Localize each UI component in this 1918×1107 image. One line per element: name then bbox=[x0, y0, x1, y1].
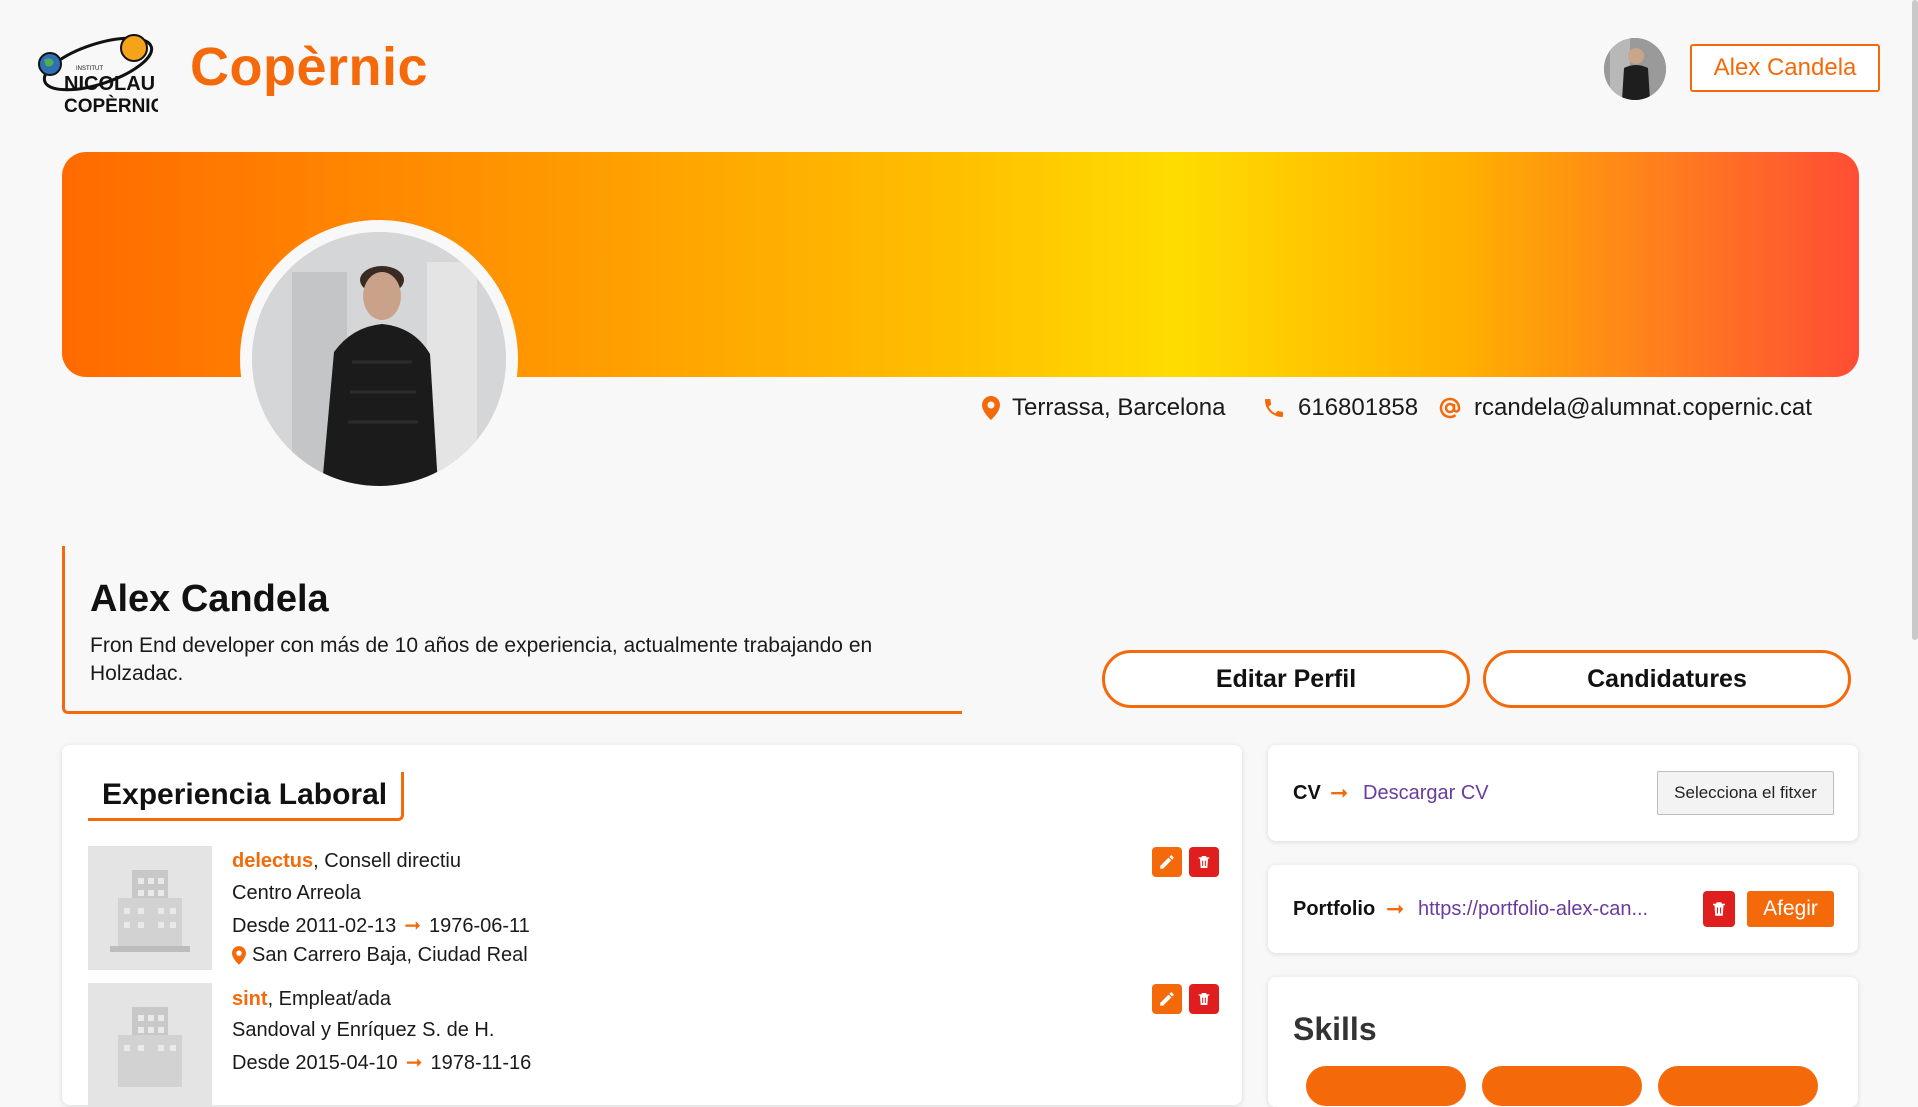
profile-name: Alex Candela bbox=[90, 578, 329, 620]
trash-icon bbox=[1198, 856, 1210, 868]
job-company[interactable]: delectus bbox=[232, 850, 313, 872]
job-role: , Consell directiu bbox=[313, 850, 461, 872]
at-sign-icon bbox=[1439, 397, 1461, 419]
date-from: 2011-02-13 bbox=[295, 915, 397, 937]
edit-experience-button[interactable] bbox=[1152, 847, 1182, 877]
email-text: rcandela@alumnat.copernic.cat bbox=[1474, 394, 1812, 421]
portfolio-link[interactable]: https://portfolio-alex-can... bbox=[1418, 898, 1648, 921]
file-select-button[interactable]: Selecciona el fitxer bbox=[1657, 771, 1834, 815]
contact-email: rcandela@alumnat.copernic.cat bbox=[1438, 394, 1812, 422]
page-scrollbar[interactable] bbox=[1912, 0, 1918, 640]
job-location: San Carrero Baja, Ciudad Real bbox=[232, 944, 528, 967]
contact-location: Terrassa, Barcelona bbox=[982, 394, 1225, 422]
about-card bbox=[62, 546, 962, 714]
skill-badge[interactable] bbox=[1306, 1066, 1466, 1106]
profile-bio: Fron End developer con más de 10 años de… bbox=[90, 634, 873, 685]
company-thumbnail bbox=[88, 983, 212, 1107]
location-pin-icon bbox=[232, 946, 246, 965]
trash-icon bbox=[1198, 993, 1210, 1005]
download-cv-link[interactable]: Descargar CV bbox=[1363, 782, 1489, 805]
delete-portfolio-button[interactable] bbox=[1703, 891, 1735, 927]
skills-title: Skills bbox=[1293, 1011, 1377, 1047]
job-role: , Empleat/ada bbox=[267, 988, 391, 1010]
arrow-right-icon: ➞ bbox=[405, 1052, 423, 1074]
user-menu-button[interactable]: Alex Candela bbox=[1690, 44, 1880, 92]
job-title-line: delectus, Consell directiu bbox=[232, 850, 461, 873]
company-thumbnail bbox=[88, 846, 212, 970]
job-organization: Sandoval y Enríquez S. de H. bbox=[232, 1019, 495, 1041]
contact-phone: 616801858 bbox=[1262, 394, 1418, 422]
building-icon bbox=[110, 870, 190, 952]
job-company[interactable]: sint bbox=[232, 988, 268, 1010]
date-prefix: Desde bbox=[232, 1052, 296, 1074]
location-text: Terrassa, Barcelona bbox=[1012, 394, 1226, 421]
job-dates: Desde 2011-02-13 ➞ 1976-06-11 bbox=[232, 913, 530, 938]
date-prefix: Desde bbox=[232, 915, 296, 937]
date-from: 2015-04-10 bbox=[295, 1052, 398, 1074]
add-portfolio-button[interactable]: Afegir bbox=[1747, 891, 1834, 927]
cv-label: CV bbox=[1293, 782, 1321, 804]
job-location-text: San Carrero Baja, Ciudad Real bbox=[252, 944, 528, 966]
arrow-right-icon: ➞ bbox=[404, 915, 421, 937]
location-pin-icon bbox=[982, 396, 1000, 420]
date-to: 1976-06-11 bbox=[428, 915, 530, 937]
skill-badge[interactable] bbox=[1658, 1066, 1818, 1106]
trash-icon bbox=[1713, 902, 1725, 916]
phone-text: 616801858 bbox=[1298, 394, 1419, 421]
pencil-icon bbox=[1160, 992, 1174, 1006]
profile-photo bbox=[240, 220, 518, 498]
job-title-line: sint, Empleat/ada bbox=[232, 988, 391, 1011]
arrow-right-icon: ➞ bbox=[1330, 780, 1349, 805]
date-to: 1978-11-16 bbox=[430, 1052, 532, 1074]
pencil-icon bbox=[1160, 855, 1174, 869]
institute-logo[interactable]: NICOLAU COPÈRNIC INSTITUT bbox=[36, 26, 165, 118]
building-icon bbox=[118, 1007, 182, 1087]
brand-title: Copèrnic bbox=[190, 37, 429, 97]
phone-icon bbox=[1265, 399, 1283, 417]
portfolio-label: Portfolio bbox=[1293, 898, 1376, 920]
applications-button[interactable]: Candidatures bbox=[1483, 650, 1851, 708]
edit-experience-button[interactable] bbox=[1152, 984, 1182, 1014]
edit-profile-button[interactable]: Editar Perfil bbox=[1102, 650, 1470, 708]
job-organization: Centro Arreola bbox=[232, 882, 361, 904]
svg-text:COPÈRNIC: COPÈRNIC bbox=[64, 95, 158, 117]
skill-badge[interactable] bbox=[1482, 1066, 1642, 1106]
delete-experience-button[interactable] bbox=[1189, 847, 1219, 877]
delete-experience-button[interactable] bbox=[1189, 984, 1219, 1014]
svg-text:NICOLAU: NICOLAU bbox=[64, 73, 155, 95]
job-dates: Desde 2015-04-10 ➞ 1978-11-16 bbox=[232, 1050, 531, 1075]
experience-title: Experiencia Laboral bbox=[88, 772, 405, 821]
svg-text:INSTITUT: INSTITUT bbox=[76, 66, 103, 72]
arrow-right-icon: ➞ bbox=[1386, 896, 1405, 921]
header-avatar[interactable] bbox=[1604, 38, 1666, 100]
